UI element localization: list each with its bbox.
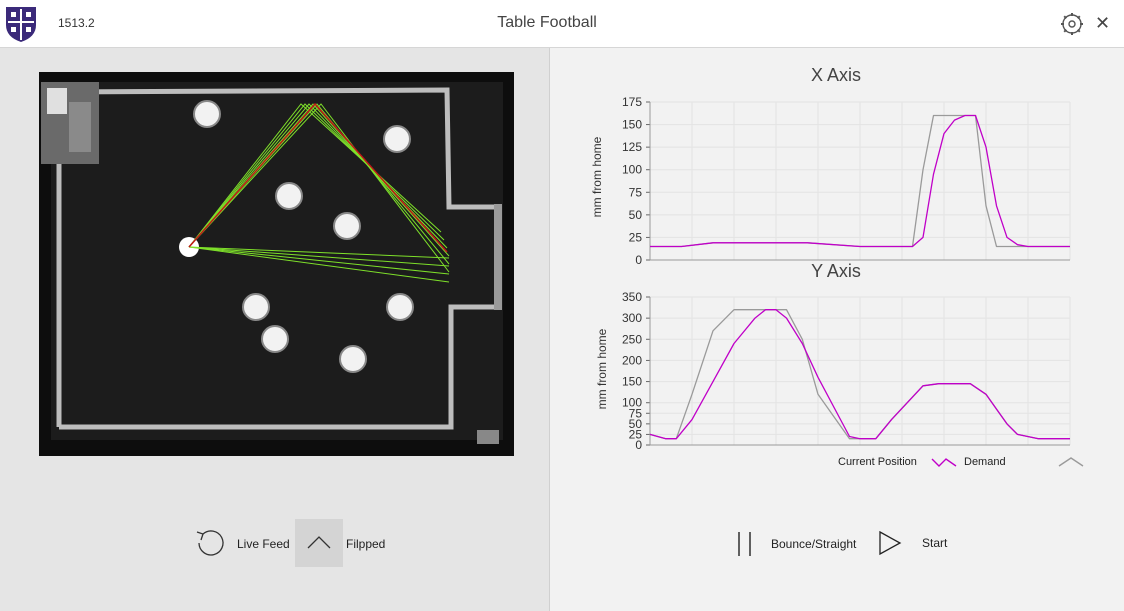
y-tick-label: 150: [622, 375, 642, 389]
x-axis-chart: 0 25 50 75 100 125 150 175: [622, 95, 1071, 267]
y-tick-label: 175: [622, 95, 642, 109]
y-tick-label: 200: [622, 353, 642, 367]
y-tick-label: 50: [629, 208, 643, 222]
start-label[interactable]: Start: [922, 536, 947, 550]
y-tick-label: 350: [622, 290, 642, 304]
y-tick-label: 125: [622, 140, 642, 154]
legend-demand-label: Demand: [964, 456, 1006, 468]
legend-current-swatch: [931, 458, 957, 467]
x-axis-chart-title: X Axis: [810, 65, 862, 85]
pause-icon[interactable]: [734, 530, 756, 558]
legend-current-label: Current Position: [838, 456, 917, 468]
title-bar: 1513.2 Table Football ✕: [0, 0, 1124, 48]
y-tick-label: 250: [622, 332, 642, 346]
gear-icon[interactable]: [1060, 12, 1084, 36]
play-icon[interactable]: [877, 530, 903, 556]
live-feed-label[interactable]: Live Feed: [237, 537, 290, 551]
flipped-label[interactable]: Filpped: [346, 537, 385, 551]
legend-demand-swatch: [1058, 457, 1084, 467]
y-tick-label: 0: [635, 253, 642, 267]
y-tick-label: 100: [622, 396, 642, 410]
y-axis-chart-title: Y Axis: [811, 261, 861, 281]
y-tick-label: 75: [629, 185, 643, 199]
refresh-icon[interactable]: [193, 528, 227, 558]
bounce-straight-label[interactable]: Bounce/Straight: [771, 537, 856, 551]
y-axis-chart: 0255075100150200250300350: [622, 290, 1071, 452]
y-tick-label: 300: [622, 311, 642, 325]
y-tick-label: 100: [622, 163, 642, 177]
close-icon[interactable]: ✕: [1095, 14, 1110, 34]
y-tick-label: 150: [622, 118, 642, 132]
page-title: Table Football: [497, 14, 597, 31]
camera-feed-image: [39, 72, 514, 456]
chevron-up-icon[interactable]: [305, 532, 333, 552]
y-tick-label: 25: [629, 230, 643, 244]
